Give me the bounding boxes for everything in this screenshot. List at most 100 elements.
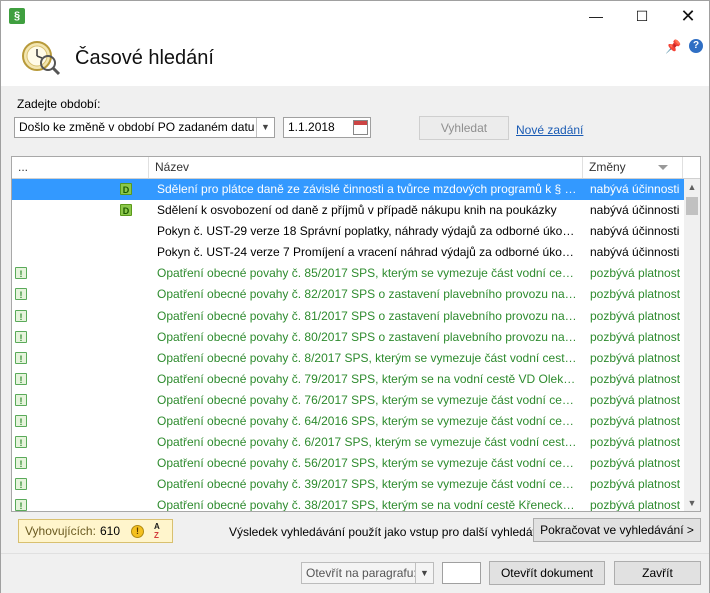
table-row[interactable]: ! Opatření obecné povahy č. 76/2017 SPS, …	[12, 390, 684, 411]
row-change: nabývá účinnosti	[590, 245, 680, 260]
match-count-box: Vyhovujících: 610 ! A Z	[18, 519, 173, 543]
table-row[interactable]: ! Opatření obecné povahy č. 64/2016 SPS, …	[12, 411, 684, 432]
scroll-up-icon[interactable]: ▲	[684, 179, 700, 195]
warning-badge-icon: !	[15, 309, 27, 322]
warning-badge-icon: !	[15, 478, 27, 491]
row-change: pozbývá platnost	[590, 392, 681, 407]
row-change: pozbývá platnost	[590, 498, 681, 512]
period-select[interactable]: Došlo ke změně v období PO zadaném datu …	[14, 117, 275, 138]
row-name: Opatření obecné povahy č. 8/2017 SPS, kt…	[157, 350, 579, 365]
help-icon[interactable]: ?	[689, 39, 703, 53]
row-name: Sdělení pro plátce daně ze závislé činno…	[157, 182, 579, 196]
row-name: Opatření obecné povahy č. 56/2017 SPS, k…	[157, 456, 579, 471]
new-search-link[interactable]: Nové zadání	[516, 123, 583, 137]
warning-badge-icon: !	[15, 267, 27, 280]
chevron-down-icon[interactable]: ▼	[256, 118, 274, 137]
open-paragraph-select[interactable]: Otevřít na paragrafu: ▼	[301, 562, 434, 584]
info-icon[interactable]: !	[131, 525, 144, 538]
table-row[interactable]: ! Opatření obecné povahy č. 85/2017 SPS, …	[12, 263, 684, 284]
table-row[interactable]: ! Opatření obecné povahy č. 8/2017 SPS, k…	[12, 348, 684, 369]
match-count-value: 610	[100, 524, 121, 538]
row-change: pozbývá platnost	[590, 371, 681, 386]
page-title: Časové hledání	[75, 47, 214, 69]
row-name: Opatření obecné povahy č. 81/2017 SPS o …	[157, 308, 579, 323]
row-change: nabývá účinnosti	[590, 203, 680, 218]
row-change: pozbývá platnost	[590, 414, 681, 429]
column-header-name[interactable]: Název	[149, 157, 583, 178]
row-name: Opatření obecné povahy č. 38/2017 SPS, k…	[157, 498, 579, 512]
row-change: pozbývá platnost	[590, 350, 681, 365]
open-document-button[interactable]: Otevřít dokument	[489, 561, 605, 585]
table-row[interactable]: ! Opatření obecné povahy č. 56/2017 SPS, …	[12, 453, 684, 474]
row-name: Sdělení k osvobození od daně z příjmů v …	[157, 203, 557, 218]
row-name: Opatření obecné povahy č. 39/2017 SPS, k…	[157, 477, 579, 492]
period-label: Zadejte období:	[17, 97, 101, 111]
warning-badge-icon: !	[15, 393, 27, 406]
paragraph-number-input[interactable]	[442, 562, 481, 584]
column-header-marker[interactable]: ...	[12, 157, 149, 178]
clock-magnifier-icon	[22, 41, 61, 76]
time-search-window: § — ☐ ✕ Časové hledání 📌 ? Zadejte obdob…	[0, 0, 710, 593]
row-name: Opatření obecné povahy č. 64/2016 SPS, k…	[157, 414, 579, 429]
row-change: pozbývá platnost	[590, 435, 681, 450]
row-change: pozbývá platnost	[590, 329, 681, 344]
title-bar: § — ☐ ✕	[1, 1, 709, 31]
table-row[interactable]: Pokyn č. UST-24 verze 7 Promíjení a vrac…	[12, 242, 684, 263]
result-reuse-label: Výsledek vyhledávání použít jako vstup p…	[229, 525, 559, 539]
calendar-icon[interactable]	[353, 120, 368, 135]
open-paragraph-label: Otevřít na paragrafu:	[306, 566, 417, 580]
date-field[interactable]: 1.1.2018	[283, 117, 371, 138]
table-row[interactable]: ! Opatření obecné povahy č. 80/2017 SPS o…	[12, 327, 684, 348]
warning-badge-icon: !	[15, 436, 27, 449]
row-name: Opatření obecné povahy č. 76/2017 SPS, k…	[157, 392, 579, 407]
document-badge-icon: D	[120, 183, 132, 195]
results-grid: ... Název Změny D Sdělení pro plátce daně…	[11, 156, 701, 512]
warning-badge-icon: !	[15, 499, 27, 511]
row-change: pozbývá platnost	[590, 456, 681, 471]
continue-search-button[interactable]: Pokračovat ve vyhledávání >	[533, 518, 701, 542]
search-button[interactable]: Vyhledat	[419, 116, 509, 140]
row-change: pozbývá platnost	[590, 287, 681, 302]
table-row[interactable]: ! Opatření obecné povahy č. 6/2017 SPS, k…	[12, 432, 684, 453]
row-name: Opatření obecné povahy č. 80/2017 SPS o …	[157, 329, 579, 344]
row-change: pozbývá platnost	[590, 308, 681, 323]
sort-az-icon[interactable]: A Z	[154, 522, 168, 540]
table-row[interactable]: ! Opatření obecné povahy č. 79/2017 SPS, …	[12, 369, 684, 390]
warning-badge-icon: !	[15, 330, 27, 343]
sort-descending-icon	[658, 165, 668, 170]
warning-badge-icon: !	[15, 457, 27, 470]
warning-badge-icon: !	[15, 415, 27, 428]
maximize-button[interactable]: ☐	[619, 1, 665, 31]
row-name: Pokyn č. UST-29 verze 18 Správní poplatk…	[157, 224, 579, 239]
table-row[interactable]: Pokyn č. UST-29 verze 18 Správní poplatk…	[12, 221, 684, 242]
table-row[interactable]: ! Opatření obecné povahy č. 81/2017 SPS o…	[12, 306, 684, 327]
scrollbar-thumb[interactable]	[686, 197, 698, 215]
row-change: nabývá účinnosti	[590, 182, 680, 196]
close-button[interactable]: Zavřít	[614, 561, 701, 585]
minimize-button[interactable]: —	[573, 1, 619, 31]
vertical-scrollbar[interactable]: ▲ ▼	[684, 179, 700, 511]
row-name: Pokyn č. UST-24 verze 7 Promíjení a vrac…	[157, 245, 579, 260]
sort-az-icon-z: Z	[154, 531, 159, 540]
scroll-down-icon[interactable]: ▼	[684, 495, 700, 511]
close-window-button[interactable]: ✕	[665, 1, 710, 31]
warning-badge-icon: !	[15, 351, 27, 364]
row-name: Opatření obecné povahy č. 6/2017 SPS, kt…	[157, 435, 579, 450]
grid-rows: D Sdělení pro plátce daně ze závislé činn…	[12, 179, 684, 512]
dialog-header: Časové hledání 📌 ?	[1, 31, 709, 86]
row-change: pozbývá platnost	[590, 266, 681, 281]
table-row[interactable]: ! Opatření obecné povahy č. 39/2017 SPS, …	[12, 474, 684, 495]
paragraph-icon: §	[9, 8, 25, 24]
table-row[interactable]: D Sdělení pro plátce daně ze závislé činn…	[12, 179, 684, 201]
pin-icon[interactable]: 📌	[665, 39, 681, 55]
table-row[interactable]: D Sdělení k osvobození od daně z příjmů v…	[12, 200, 684, 221]
match-count-label: Vyhovujících:	[25, 524, 96, 538]
chevron-down-icon[interactable]: ▼	[415, 563, 433, 583]
grid-header: ... Název Změny	[12, 157, 700, 179]
row-name: Opatření obecné povahy č. 79/2017 SPS, k…	[157, 371, 579, 386]
column-header-changes[interactable]: Změny	[583, 157, 683, 178]
table-row[interactable]: ! Opatření obecné povahy č. 38/2017 SPS, …	[12, 495, 684, 512]
table-row[interactable]: ! Opatření obecné povahy č. 82/2017 SPS o…	[12, 284, 684, 305]
row-change: nabývá účinnosti	[590, 224, 680, 239]
date-field-value: 1.1.2018	[288, 120, 335, 134]
